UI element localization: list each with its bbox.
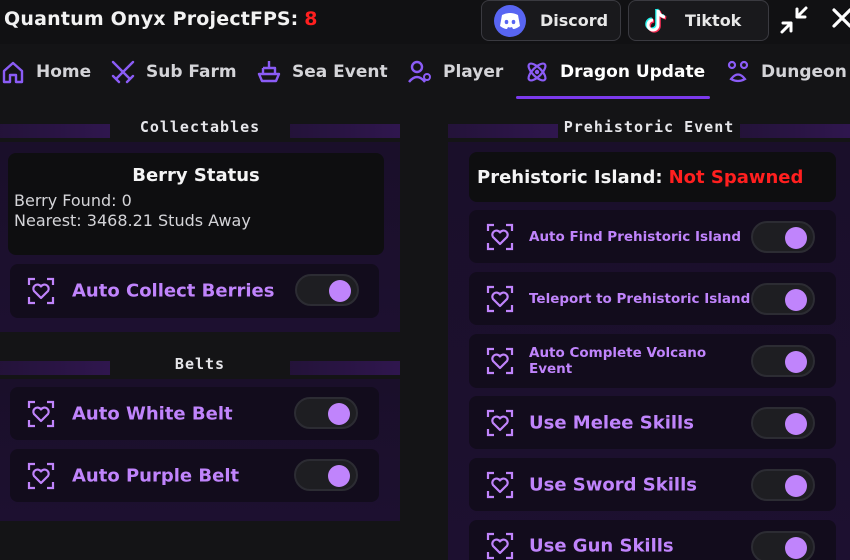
berry-status-title: Berry Status	[132, 165, 260, 186]
heart-frame-icon	[486, 347, 514, 375]
auto-find-prehistoric-row[interactable]: Auto Find Prehistoric Island	[469, 210, 836, 263]
discord-button[interactable]: Discord	[481, 0, 621, 41]
heart-frame-icon	[486, 471, 514, 498]
teleport-prehistoric-label: Teleport to Prehistoric Island	[529, 290, 751, 307]
fps-label: FPS:	[250, 8, 299, 30]
use-melee-skills-toggle[interactable]	[751, 407, 815, 439]
auto-white-belt-label: Auto White Belt	[72, 403, 233, 424]
tab-home-label: Home	[36, 62, 92, 82]
use-sword-skills-toggle[interactable]	[751, 469, 815, 501]
collectables-header: Collectables	[0, 112, 400, 142]
use-melee-skills-row[interactable]: Use Melee Skills	[469, 396, 836, 449]
prehistoric-island-status: Prehistoric Island: Not Spawned	[469, 152, 836, 202]
home-icon	[2, 61, 24, 84]
atom-icon	[527, 62, 547, 82]
use-gun-skills-label: Use Gun Skills	[529, 535, 674, 557]
nearest-berry-text: Nearest: 3468.21 Studs Away	[14, 211, 251, 230]
swords-icon	[111, 60, 135, 84]
tab-dragon-update[interactable]: Dragon Update	[524, 58, 705, 86]
auto-collect-berries-row[interactable]: Auto Collect Berries	[10, 264, 379, 318]
heart-frame-icon	[486, 223, 514, 250]
minimize-icon	[780, 6, 808, 34]
auto-purple-belt-label: Auto Purple Belt	[72, 465, 240, 486]
tiktok-icon	[641, 6, 671, 36]
use-sword-skills-label: Use Sword Skills	[529, 474, 697, 495]
close-icon	[832, 8, 850, 28]
auto-white-belt-toggle[interactable]	[294, 397, 358, 429]
tab-sub-farm[interactable]: Sub Farm	[110, 58, 237, 86]
auto-find-prehistoric-label: Auto Find Prehistoric Island	[529, 228, 742, 245]
tab-dragon-update-label: Dragon Update	[560, 62, 706, 82]
discord-icon	[494, 4, 526, 37]
tab-home[interactable]: Home	[0, 58, 91, 86]
tiktok-button[interactable]: Tiktok	[628, 0, 769, 41]
tiktok-label: Tiktok	[685, 11, 742, 30]
heart-frame-icon	[27, 277, 55, 305]
auto-white-belt-row[interactable]: Auto White Belt	[10, 387, 379, 440]
heart-frame-icon	[486, 285, 514, 312]
teleport-prehistoric-toggle[interactable]	[751, 283, 815, 315]
use-melee-skills-label: Use Melee Skills	[529, 412, 694, 433]
heart-frame-icon	[486, 409, 514, 436]
auto-complete-volcano-toggle[interactable]	[751, 345, 815, 377]
belts-header: Belts	[0, 349, 400, 379]
auto-complete-volcano-row[interactable]: Auto Complete Volcano Event	[469, 334, 836, 388]
prehistoric-title: Prehistoric Event	[563, 118, 735, 136]
tab-player-label: Player	[443, 62, 504, 82]
auto-purple-belt-row[interactable]: Auto Purple Belt	[10, 449, 379, 502]
collectables-title: Collectables	[139, 118, 261, 136]
tab-dungeon-label: Dungeon	[761, 62, 847, 82]
user-icon	[408, 60, 431, 83]
use-gun-skills-row[interactable]: Use Gun Skills	[469, 520, 836, 560]
tab-sea-event[interactable]: Sea Event	[256, 58, 388, 86]
tab-player[interactable]: Player	[407, 58, 503, 86]
teleport-prehistoric-row[interactable]: Teleport to Prehistoric Island	[469, 272, 836, 325]
island-status-value: Not Spawned	[668, 166, 804, 188]
use-sword-skills-row[interactable]: Use Sword Skills	[469, 458, 836, 511]
island-status-label: Prehistoric Island:	[477, 166, 663, 188]
heart-frame-icon	[486, 532, 514, 560]
auto-collect-berries-toggle[interactable]	[295, 274, 359, 306]
auto-collect-berries-label: Auto Collect Berries	[72, 280, 275, 302]
app-title: Quantum Onyx Project	[4, 8, 251, 30]
tab-sea-event-label: Sea Event	[292, 62, 388, 82]
active-tab-indicator	[516, 96, 710, 99]
auto-complete-volcano-label: Auto Complete Volcano Event	[529, 345, 707, 377]
berry-found-text: Berry Found: 0	[14, 191, 132, 210]
belts-title: Belts	[174, 355, 226, 373]
ship-icon	[257, 61, 281, 83]
paw-icon	[727, 60, 749, 83]
use-gun-skills-toggle[interactable]	[751, 531, 815, 560]
auto-purple-belt-toggle[interactable]	[294, 459, 358, 491]
heart-frame-icon	[27, 462, 55, 489]
prehistoric-header: Prehistoric Event	[448, 112, 850, 142]
nav-tabs: Home Sub Farm Sea Event Player Dragon Up…	[0, 44, 850, 100]
discord-label: Discord	[540, 11, 609, 30]
minimize-button[interactable]	[778, 4, 810, 36]
auto-find-prehistoric-toggle[interactable]	[751, 221, 815, 253]
berry-status-card: Berry Status Berry Found: 0 Nearest: 346…	[8, 153, 384, 255]
fps-value: 8	[304, 8, 318, 30]
heart-frame-icon	[27, 400, 55, 427]
close-button[interactable]	[828, 4, 850, 36]
title-bar: Quantum Onyx Project FPS: 8 Discord Tikto…	[0, 0, 850, 44]
tab-dungeon[interactable]: Dungeon	[725, 58, 847, 86]
tab-sub-farm-label: Sub Farm	[146, 62, 237, 82]
fps-counter: FPS: 8	[250, 8, 317, 30]
